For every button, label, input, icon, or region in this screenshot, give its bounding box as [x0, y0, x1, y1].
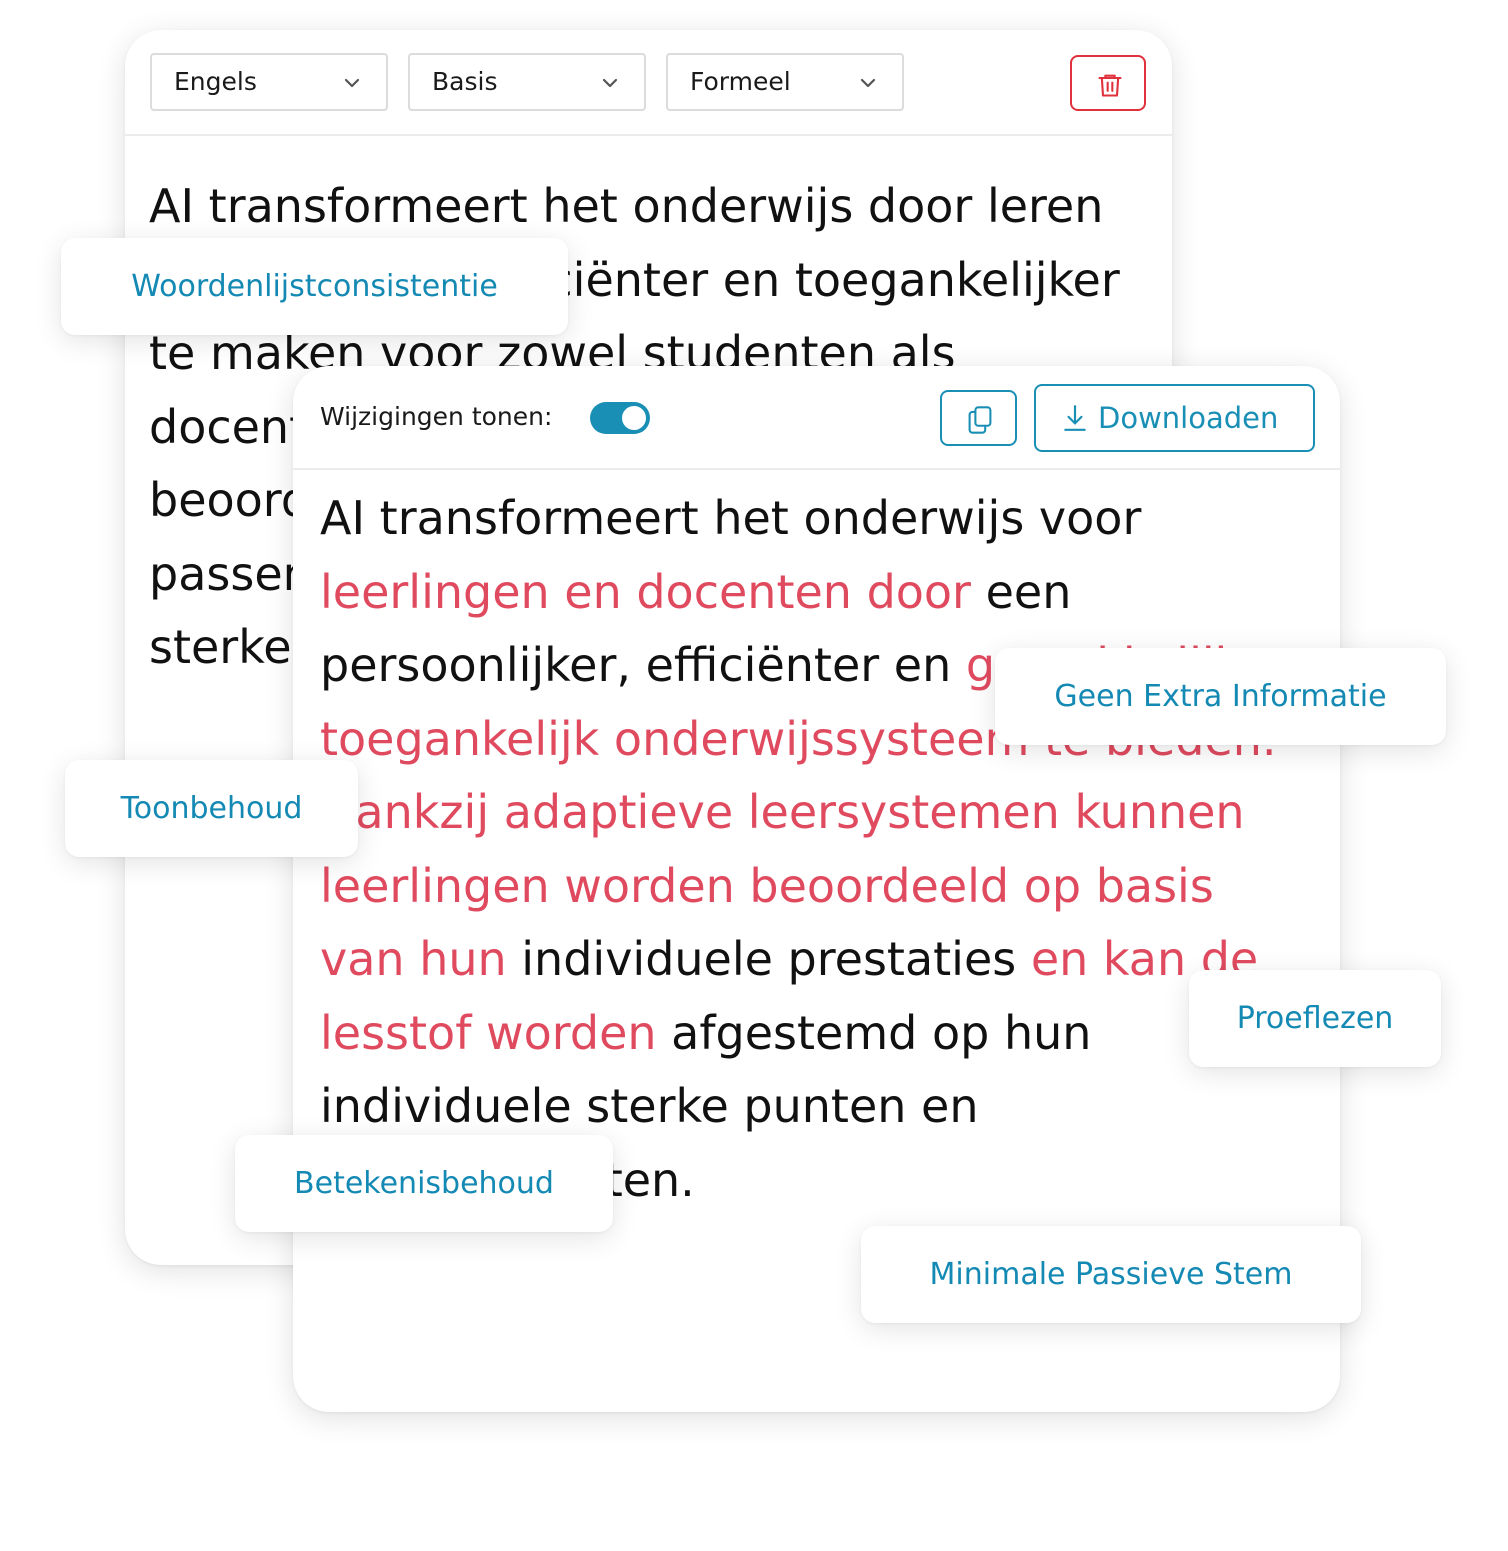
tone-select[interactable]: Formeel: [666, 53, 904, 111]
delete-button[interactable]: [1070, 55, 1146, 111]
download-icon: [1064, 405, 1086, 431]
feature-chip-no-extra-info: Geen Extra Informatie: [995, 648, 1446, 745]
source-toolbar: Engels Basis Formeel: [125, 30, 1172, 136]
unchanged-text-segment: AI transformeert het onderwijs voor: [320, 491, 1142, 545]
trash-icon: [1098, 74, 1122, 97]
chevron-down-icon: [602, 78, 618, 88]
download-label: Downloaden: [1098, 401, 1279, 435]
feature-chip-vocabulary: Woordenlijstconsistentie: [61, 238, 568, 335]
changed-text-segment: leerlingen en docenten door: [320, 564, 971, 619]
feature-chip-proofreading: Proeflezen: [1189, 970, 1441, 1067]
unchanged-text-segment: individuele prestaties: [506, 932, 1031, 986]
language-select-value: Engels: [174, 67, 257, 96]
tone-select-value: Formeel: [690, 67, 791, 96]
download-button[interactable]: Downloaden: [1034, 384, 1315, 452]
show-changes-label: Wijzigingen tonen:: [320, 402, 553, 431]
feature-chip-tone: Toonbehoud: [65, 760, 358, 857]
copy-icon: [968, 406, 992, 434]
language-select[interactable]: Engels: [150, 53, 388, 111]
chevron-down-icon: [860, 78, 876, 88]
feature-chip-meaning: Betekenisbehoud: [235, 1135, 613, 1232]
result-text[interactable]: AI transformeert het onderwijs voor leer…: [320, 482, 1300, 1217]
feature-chip-passive-voice: Minimale Passieve Stem: [861, 1226, 1361, 1323]
chevron-down-icon: [344, 78, 360, 88]
toggle-knob: [622, 406, 646, 430]
level-select[interactable]: Basis: [408, 53, 646, 111]
level-select-value: Basis: [432, 67, 498, 96]
result-toolbar: Wijzigingen tonen: Downloaden: [293, 366, 1340, 470]
show-changes-toggle[interactable]: [590, 402, 650, 434]
copy-button[interactable]: [940, 390, 1017, 446]
